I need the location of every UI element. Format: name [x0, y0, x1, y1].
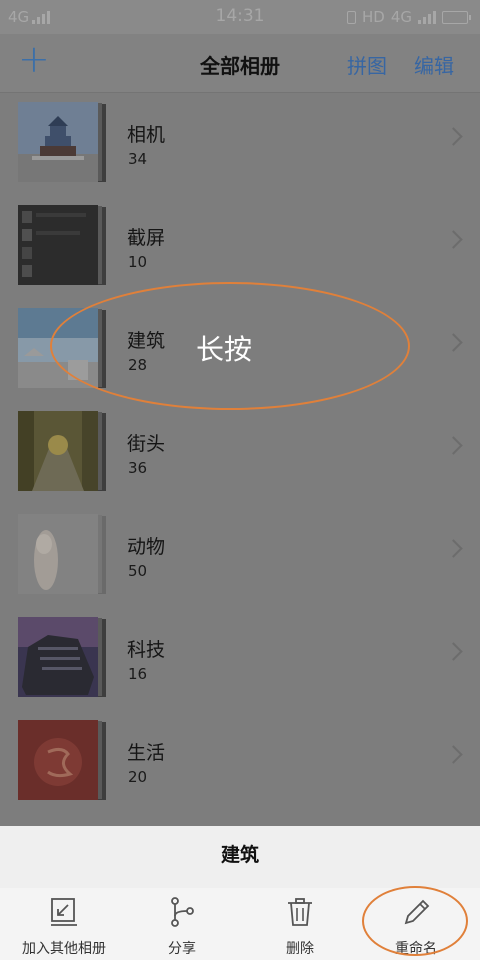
chevron-right-icon	[444, 539, 463, 558]
album-item-street[interactable]: 街头 36	[0, 401, 480, 504]
album-thumbnail	[18, 514, 106, 594]
chevron-right-icon	[444, 745, 463, 764]
album-thumbnail	[18, 205, 106, 285]
street-photo-icon	[18, 411, 98, 491]
life-photo-icon	[18, 720, 98, 800]
trash-icon	[288, 898, 312, 926]
add-to-album-icon	[51, 898, 77, 926]
edit-button[interactable]: 编辑	[414, 50, 454, 79]
album-count: 34	[128, 150, 148, 168]
action-label: 加入其他相册	[22, 941, 106, 957]
delete-button[interactable]: 删除	[240, 888, 360, 960]
hd-indicator: HD	[361, 8, 385, 26]
add-to-other-album-button[interactable]: 加入其他相册	[4, 888, 124, 960]
album-item-life[interactable]: 生活 20	[0, 710, 480, 813]
status-bar: 4G 14:31 HD 4G	[0, 0, 480, 34]
share-button[interactable]: 分享	[122, 888, 242, 960]
sheet-title: 建筑	[0, 826, 480, 889]
album-thumbnail	[18, 720, 106, 800]
rename-highlight	[362, 886, 468, 956]
album-item-camera[interactable]: 相机 34	[0, 92, 480, 195]
share-icon	[171, 897, 194, 927]
screenshot-photo-icon	[18, 205, 98, 285]
vibrate-icon	[346, 10, 356, 24]
status-right: HD 4G	[346, 8, 471, 26]
battery-icon	[442, 10, 471, 24]
collage-button[interactable]: 拼图	[347, 50, 387, 79]
album-name: 街头	[127, 433, 166, 455]
animal-photo-icon	[18, 514, 98, 594]
chevron-right-icon	[444, 642, 463, 661]
album-thumbnail	[18, 617, 106, 697]
album-count: 50	[128, 562, 148, 580]
signal-icon-right	[418, 10, 436, 24]
album-item-tech[interactable]: 科技 16	[0, 607, 480, 710]
long-press-label: 长按	[196, 333, 253, 366]
ship-photo-icon	[18, 617, 98, 697]
album-name: 截屏	[127, 227, 166, 249]
network-type-right: 4G	[390, 8, 412, 26]
album-name: 动物	[127, 536, 166, 558]
temple-photo-icon	[18, 102, 98, 182]
chevron-right-icon	[444, 333, 463, 352]
action-label: 分享	[168, 941, 196, 957]
album-name: 生活	[127, 742, 166, 764]
album-name: 科技	[127, 639, 166, 661]
album-thumbnail	[18, 102, 106, 182]
page-title: 全部相册	[200, 54, 280, 78]
chevron-right-icon	[444, 230, 463, 249]
action-label: 删除	[286, 941, 314, 957]
chevron-right-icon	[444, 436, 463, 455]
album-name: 相机	[127, 124, 166, 146]
album-count: 16	[128, 665, 148, 683]
album-count: 20	[128, 768, 148, 786]
album-count: 10	[128, 253, 148, 271]
app-header: + 全部相册 拼图 编辑	[0, 34, 480, 93]
album-thumbnail	[18, 411, 106, 491]
album-item-animals[interactable]: 动物 50	[0, 504, 480, 607]
album-count: 36	[128, 459, 148, 477]
chevron-right-icon	[444, 127, 463, 146]
